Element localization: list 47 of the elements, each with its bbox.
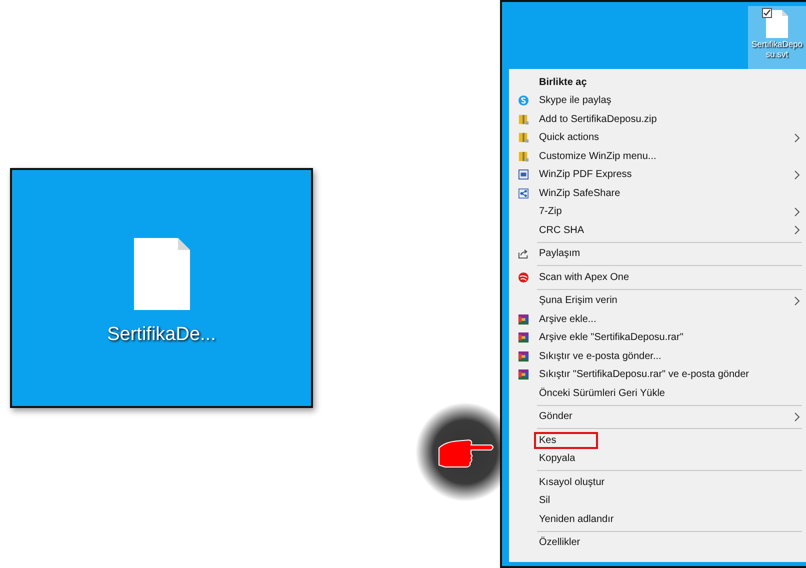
menu-item[interactable]: Şuna Erişim verin (509, 292, 806, 310)
menu-item[interactable]: Önceki Sürümleri Geri Yükle (509, 384, 806, 402)
menu-item[interactable]: Sıkıştır "SertifikaDeposu.rar" ve e-posta gönder (509, 366, 806, 384)
menu-item[interactable]: Scan with Apex One (509, 268, 806, 286)
file-icon (765, 9, 789, 39)
menu-item[interactable]: WinZip SafeShare (509, 184, 806, 202)
menu-item[interactable]: Yeniden adlandır (509, 510, 806, 528)
menu-item[interactable]: Skype ile paylaş (509, 92, 806, 110)
menu-item[interactable]: Sıkıştır ve e-posta gönder... (509, 347, 806, 366)
file-icon (132, 236, 192, 312)
chevron-right-icon (794, 412, 800, 422)
menu-item[interactable]: Gönder (509, 408, 806, 426)
menu-item[interactable]: Kopyala (509, 450, 806, 468)
archive-icon (518, 114, 528, 125)
books-icon (518, 350, 528, 362)
chevron-right-icon (794, 206, 800, 217)
share-nodes-icon (518, 188, 528, 199)
chevron-right-icon (794, 225, 800, 236)
menu-item[interactable]: Birlikte aç (509, 73, 806, 92)
books-icon (518, 314, 528, 325)
menu-item[interactable]: Kes (509, 431, 806, 450)
menu-item[interactable]: Paylaşım (509, 244, 806, 263)
file-name: su.svt (766, 49, 788, 59)
archive-icon (518, 132, 528, 144)
menu-item[interactable]: Arşive ekle "SertifikaDeposu.rar" (509, 328, 806, 347)
ball-icon (518, 272, 528, 283)
share-icon (518, 248, 528, 260)
chevron-right-icon (794, 296, 800, 306)
books-icon (518, 332, 528, 344)
skype-icon (518, 95, 528, 106)
menu-item[interactable]: Özellikler (509, 534, 806, 552)
menu-item[interactable]: Customize WinZip menu... (509, 147, 806, 166)
menu-item[interactable]: Kısayol oluştur (509, 473, 806, 492)
menu-item[interactable]: CRC SHA (509, 221, 806, 240)
menu-item[interactable]: Arşive ekle... (509, 310, 806, 328)
archive-icon (518, 150, 528, 162)
pdf-icon (518, 169, 528, 180)
books-icon (518, 369, 528, 380)
menu-item[interactable]: 7-Zip (509, 202, 806, 221)
menu-item[interactable]: Add to SertifikaDeposu.zip (509, 110, 806, 128)
checkbox[interactable] (762, 8, 772, 18)
chevron-right-icon (794, 170, 800, 180)
file-name: SertifikaDepo (751, 39, 803, 49)
menu-item[interactable]: Quick actions (509, 128, 806, 147)
menu-item[interactable]: WinZip PDF Express (509, 166, 806, 184)
menu-item[interactable]: Sil (509, 492, 806, 510)
chevron-right-icon (794, 132, 800, 143)
